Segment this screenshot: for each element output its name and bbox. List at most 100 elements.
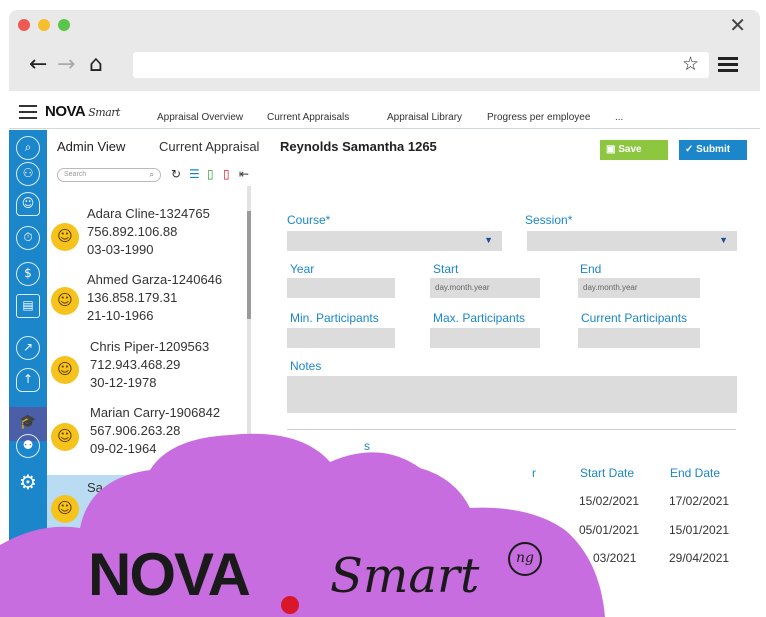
cloud-upload-icon[interactable]: ↑ <box>16 368 40 392</box>
save-button[interactable]: ▣ Save <box>600 140 668 160</box>
forward-arrow-icon[interactable]: → <box>57 52 75 77</box>
end-placeholder: day.month.year <box>583 283 638 292</box>
trend-icon[interactable]: ↗ <box>16 336 40 360</box>
browser-window: ✕ ← → ⌂ ☆ NOVA Smart Appraisal Overview C… <box>9 10 760 617</box>
list-item-selected[interactable]: ☺ Sa 4831 <box>47 470 243 541</box>
search-placeholder: Search <box>64 171 87 178</box>
employee-id-partial: 4831 <box>162 470 191 485</box>
employee-phone: 567.906.263.28 <box>90 423 181 438</box>
table-header-partial: s <box>364 439 370 453</box>
end-date-field[interactable]: day.month.year <box>578 278 700 298</box>
current-participants-field[interactable] <box>578 328 700 348</box>
year-label: Year <box>290 262 315 276</box>
dropdown-arrow-icon: ▼ <box>719 235 728 245</box>
year-field[interactable] <box>287 278 395 298</box>
collapse-panel-icon[interactable]: ⇤ <box>239 167 249 181</box>
course-label: Course* <box>287 213 331 227</box>
table-cell-start: 03/2021 <box>593 551 637 565</box>
employee-list: ☺ Adara Cline-1324765 756.892.106.88 03-… <box>47 186 243 617</box>
nav-progress-per-employee[interactable]: Progress per employee <box>487 112 590 123</box>
minimize-window-dot[interactable] <box>38 19 50 31</box>
course-select[interactable]: ▼ <box>287 231 502 251</box>
section-divider <box>287 429 736 430</box>
stopwatch-icon[interactable]: ⏱ <box>16 226 40 250</box>
session-select[interactable]: ▼ <box>527 231 737 251</box>
start-placeholder: day.month.year <box>435 283 490 292</box>
check-icon: ✓ <box>685 144 697 155</box>
list-item[interactable]: ☺ Chris Piper-1209563 712.943.468.29 30-… <box>47 338 243 404</box>
maximize-window-dot[interactable] <box>58 19 70 31</box>
list-item[interactable]: ☺ Ahmed Garza-1240646 136.858.179.31 21-… <box>47 271 243 337</box>
browser-menu-icon[interactable] <box>718 57 738 75</box>
id-card-icon[interactable]: ▤ <box>16 294 40 318</box>
app-top-nav: NOVA Smart Appraisal Overview Current App… <box>9 91 760 129</box>
min-participants-label: Min. Participants <box>290 311 379 325</box>
pdf-export-icon[interactable]: ▯ <box>223 167 230 181</box>
settings-gear-icon[interactable]: ⚙ <box>16 472 40 496</box>
list-scrollbar-thumb[interactable] <box>247 211 251 319</box>
nav-more[interactable]: ... <box>615 112 623 123</box>
excel-export-icon[interactable]: ▯ <box>207 167 214 181</box>
table-header-partial: r <box>532 466 536 480</box>
hamburger-menu-icon[interactable] <box>19 105 37 123</box>
dollar-icon[interactable]: $ <box>16 262 40 286</box>
notes-label: Notes <box>290 359 322 373</box>
team-icon[interactable]: ⚉ <box>16 434 40 458</box>
session-label: Session* <box>525 213 573 227</box>
submit-label: Submit <box>696 144 731 155</box>
address-bar[interactable]: ☆ <box>133 52 709 78</box>
group-icon[interactable]: ⚇ <box>16 162 40 186</box>
search-icon[interactable]: ⌕ <box>16 136 40 160</box>
employee-name: Chris Piper-1209563 <box>90 339 210 354</box>
employee-info: Adara Cline-1324765 756.892.106.88 03-03… <box>87 205 210 259</box>
smiley-icon: ☺ <box>51 495 79 523</box>
smiley-icon: ☺ <box>51 223 79 251</box>
employee-date: 09-02-1964 <box>90 441 157 456</box>
app-logo: NOVA Smart <box>45 103 120 120</box>
nav-appraisal-overview[interactable]: Appraisal Overview <box>157 112 243 123</box>
back-arrow-icon[interactable]: ← <box>29 52 47 77</box>
employee-date: 30-12-1978 <box>90 375 157 390</box>
bookmark-star-icon[interactable]: ☆ <box>682 53 699 75</box>
browser-nav-bar: ← → ⌂ ☆ <box>9 40 760 90</box>
list-item[interactable]: ☺ Marian Carry-1906842 567.906.263.28 09… <box>47 404 243 470</box>
employee-name: Adara Cline-1324765 <box>87 206 210 221</box>
nav-current-appraisals[interactable]: Current Appraisals <box>267 112 349 123</box>
submit-button[interactable]: ✓ Submit <box>679 140 747 160</box>
search-icon: ⌕ <box>149 170 154 179</box>
logo-small-text: Smart <box>88 106 120 119</box>
max-participants-field[interactable] <box>430 328 540 348</box>
smiley-icon: ☺ <box>51 423 79 451</box>
current-participants-label: Current Participants <box>581 311 688 325</box>
list-item[interactable]: ☺ Adara Cline-1324765 756.892.106.88 03-… <box>47 205 243 271</box>
start-date-field[interactable]: day.month.year <box>430 278 540 298</box>
nav-appraisal-library[interactable]: Appraisal Library <box>387 112 462 123</box>
employee-date: 03-03-1990 <box>87 242 154 257</box>
list-icon[interactable]: ☰ <box>189 167 200 181</box>
search-input[interactable]: Search ⌕ <box>57 168 161 182</box>
admin-view-label[interactable]: Admin View <box>57 139 125 154</box>
refresh-icon[interactable]: ↻ <box>171 167 181 181</box>
home-icon[interactable]: ⌂ <box>89 52 103 77</box>
save-icon: ▣ <box>606 144 619 155</box>
employee-name: Ahmed Garza-1240646 <box>87 272 223 287</box>
notes-field[interactable] <box>287 376 737 413</box>
min-participants-field[interactable] <box>287 328 395 348</box>
table-cell-start: 15/02/2021 <box>579 494 640 508</box>
employee-info: Marian Carry-1906842 567.906.263.28 09-0… <box>90 404 220 458</box>
current-appraisal-label: Current Appraisal <box>159 139 260 154</box>
table-cell-end: 15/01/2021 <box>669 523 730 537</box>
graduation-cap-icon[interactable]: 🎓 <box>16 412 40 436</box>
list-toolbar: Search ⌕ ↻ ☰ ▯ ▯ ⇤ <box>47 162 249 186</box>
employee-name: Sa <box>87 480 103 495</box>
table-cell-end: 29/04/2021 <box>669 551 730 565</box>
employee-phone: 712.943.468.29 <box>90 357 181 372</box>
close-icon[interactable]: ✕ <box>729 13 746 37</box>
max-participants-label: Max. Participants <box>433 311 526 325</box>
start-date-header: Start Date <box>580 466 635 480</box>
end-date-header: End Date <box>670 466 721 480</box>
logo-main-text: NOVA <box>45 103 86 120</box>
user-icon[interactable]: ☺ <box>16 192 40 216</box>
close-window-dot[interactable] <box>18 19 30 31</box>
employee-phone: 136.858.179.31 <box>87 290 178 305</box>
